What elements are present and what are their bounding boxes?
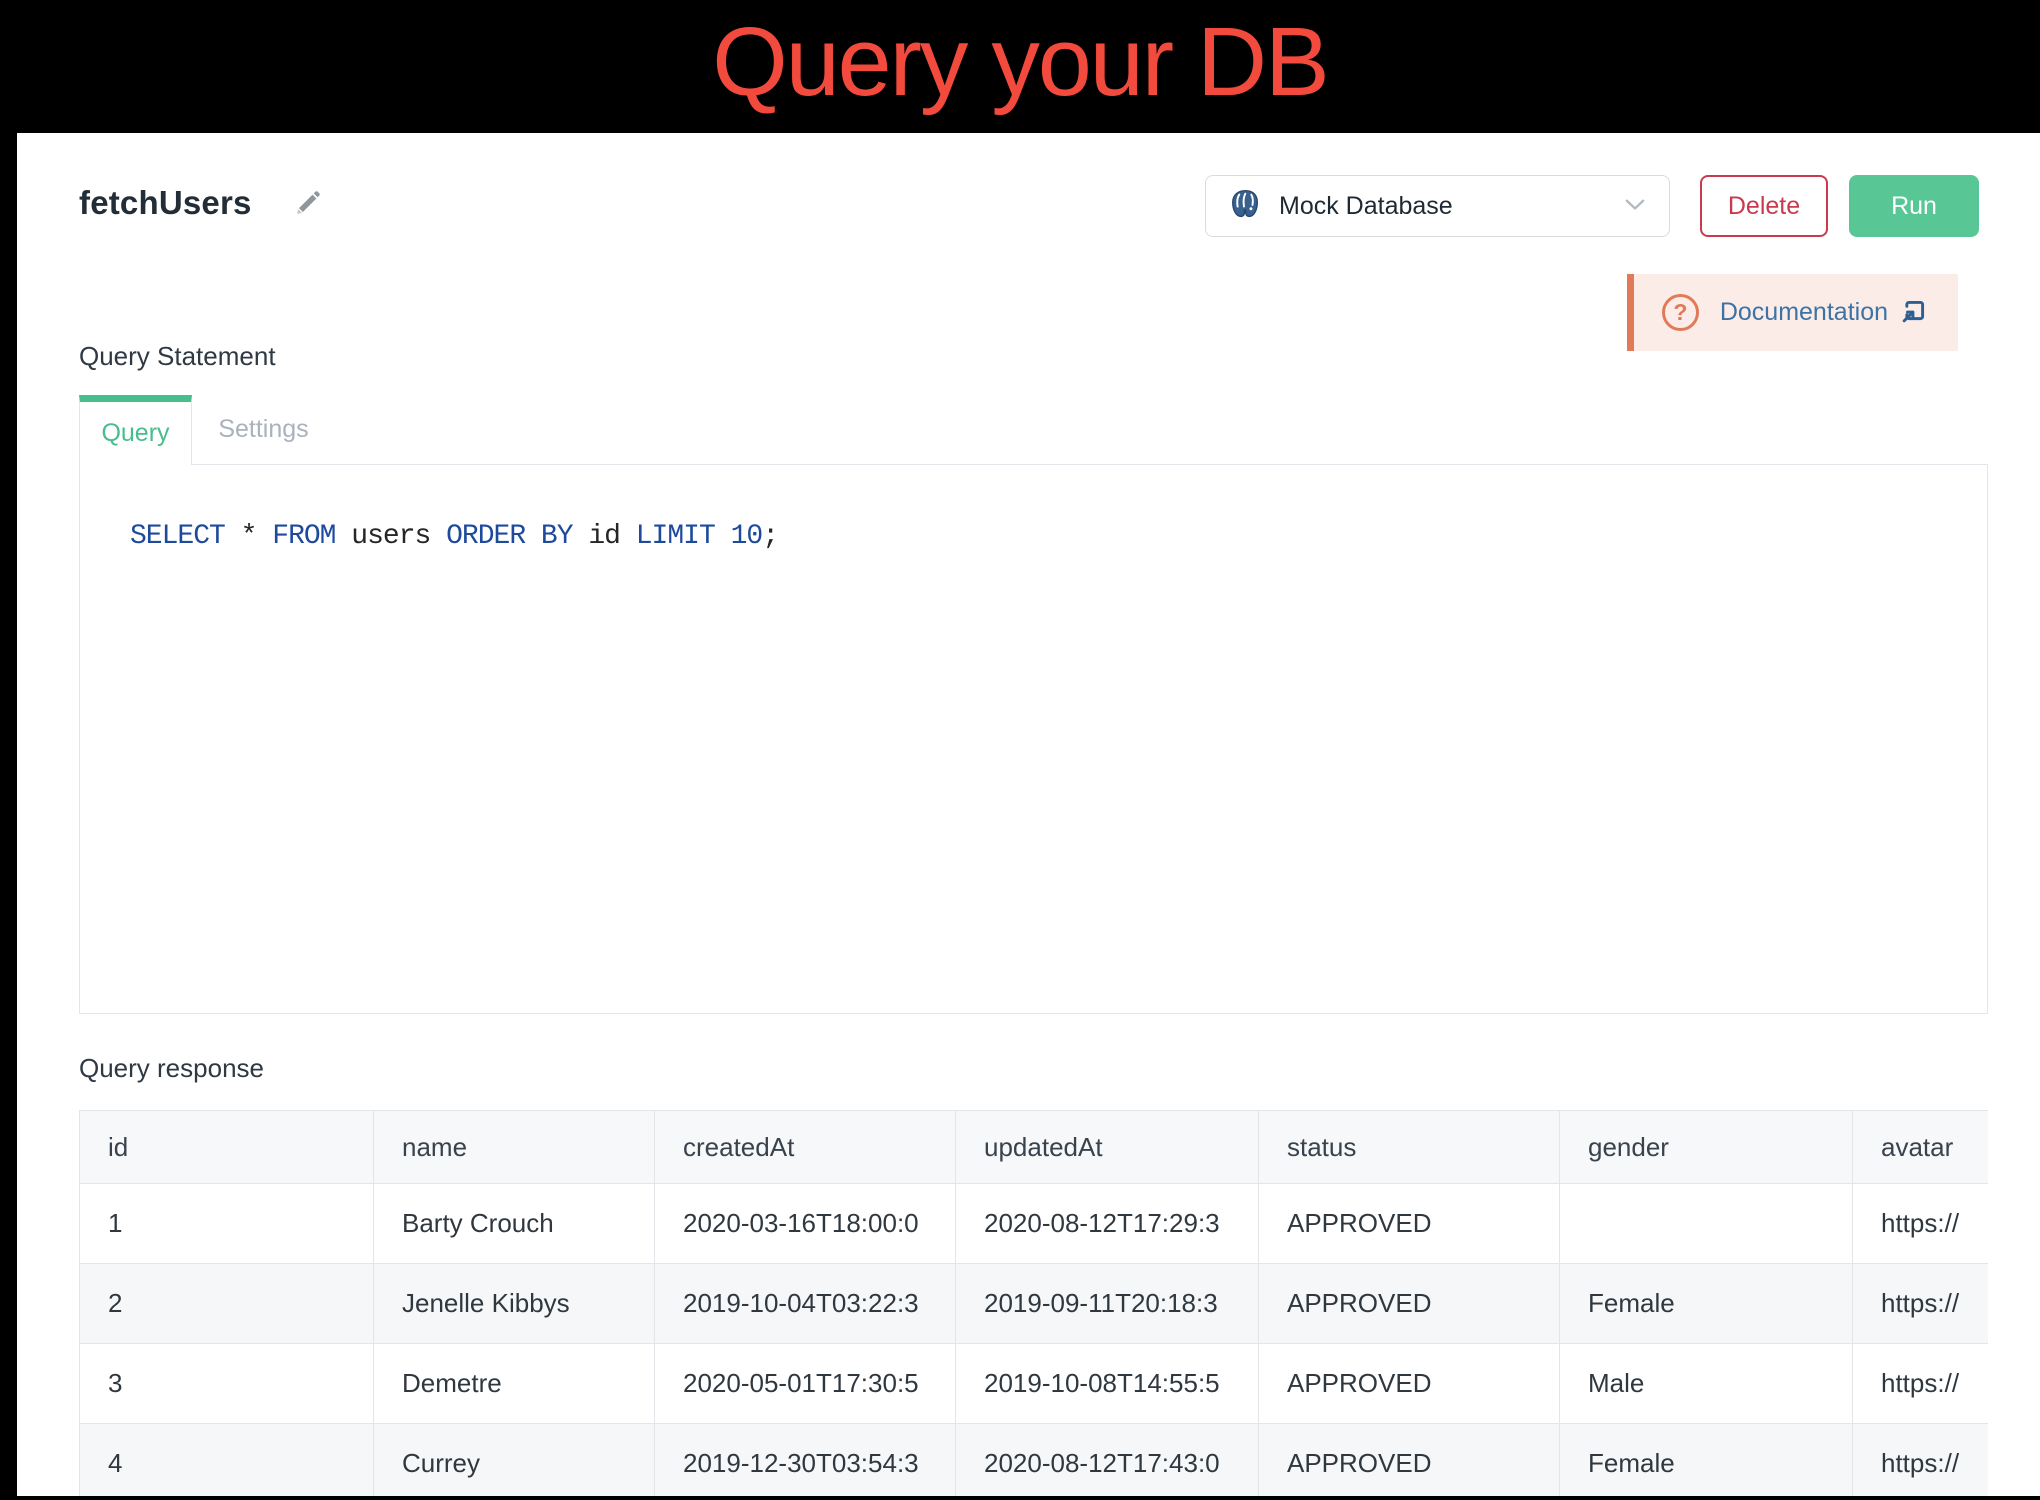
table-header-row: idnamecreatedAtupdatedAtstatusgenderavat… [80, 1111, 1989, 1184]
table-cell: 2019-10-04T03:22:3 [655, 1264, 956, 1344]
table-cell: 2020-08-12T17:43:0 [956, 1424, 1259, 1497]
table-cell: 2020-08-12T17:29:3 [956, 1184, 1259, 1264]
edit-name-button[interactable] [294, 189, 322, 217]
table-cell: 2019-10-08T14:55:5 [956, 1344, 1259, 1424]
table-cell: 3 [80, 1344, 374, 1424]
column-header-createdAt: createdAt [655, 1111, 956, 1184]
table-cell: https:// [1853, 1344, 1989, 1424]
sql-line: SELECT * FROM users ORDER BY id LIMIT 10… [130, 521, 1967, 553]
sql-token: users [335, 521, 446, 552]
postgresql-icon [1230, 188, 1261, 225]
table-cell: 2020-05-01T17:30:5 [655, 1344, 956, 1424]
run-button[interactable]: Run [1849, 175, 1979, 237]
datasource-select[interactable]: Mock Database [1205, 175, 1670, 237]
query-tabs: QuerySettings [79, 395, 1988, 464]
sql-token: LIMIT [636, 521, 715, 552]
table-cell: Jenelle Kibbys [374, 1264, 655, 1344]
sql-token [256, 521, 272, 552]
table-row: 4Currey2019-12-30T03:54:32020-08-12T17:4… [80, 1424, 1989, 1497]
column-header-status: status [1259, 1111, 1560, 1184]
table-cell [1560, 1184, 1853, 1264]
chevron-down-icon [1621, 190, 1649, 223]
table-cell: Male [1560, 1344, 1853, 1424]
delete-button[interactable]: Delete [1700, 175, 1828, 237]
table-cell: 2019-12-30T03:54:3 [655, 1424, 956, 1497]
tab-settings[interactable]: Settings [192, 395, 335, 464]
column-header-avatar: avatar [1853, 1111, 1989, 1184]
response-section-label: Query response [79, 1052, 1988, 1084]
table-cell: https:// [1853, 1424, 1989, 1497]
table-cell: APPROVED [1259, 1184, 1560, 1264]
doc-label: Documentation [1720, 298, 1888, 327]
column-header-updatedAt: updatedAt [956, 1111, 1259, 1184]
table-body: 1Barty Crouch2020-03-16T18:00:02020-08-1… [80, 1184, 1989, 1497]
table-row: 2Jenelle Kibbys2019-10-04T03:22:32019-09… [80, 1264, 1989, 1344]
sql-token: ; [762, 521, 778, 552]
tab-query[interactable]: Query [79, 395, 192, 465]
query-name: fetchUsers [79, 184, 252, 222]
table-cell: Demetre [374, 1344, 655, 1424]
sql-token: FROM [272, 521, 335, 552]
sql-token: ORDER BY [446, 521, 572, 552]
doc-inner: ? Documentation [1634, 274, 1958, 351]
table-cell: APPROVED [1259, 1424, 1560, 1497]
sql-token: SELECT [130, 521, 225, 552]
table-cell: APPROVED [1259, 1264, 1560, 1344]
table-cell: 2 [80, 1264, 374, 1344]
table-row: 1Barty Crouch2020-03-16T18:00:02020-08-1… [80, 1184, 1989, 1264]
table-cell: 2019-09-11T20:18:3 [956, 1264, 1259, 1344]
help-icon[interactable]: ? [1662, 294, 1699, 331]
table-cell: https:// [1853, 1184, 1989, 1264]
table-cell: Female [1560, 1424, 1853, 1497]
banner-title: Query your DB [0, 0, 2040, 124]
column-header-name: name [374, 1111, 655, 1184]
sql-token: 10 [731, 521, 763, 552]
sql-token [225, 521, 241, 552]
table-cell: Barty Crouch [374, 1184, 655, 1264]
pencil-icon [294, 205, 322, 220]
sql-token: * [241, 521, 257, 552]
column-header-gender: gender [1560, 1111, 1853, 1184]
query-actions: Mock Database Delete Run [1205, 175, 1979, 237]
page-banner: Query your DB [0, 0, 2040, 133]
sql-editor[interactable]: SELECT * FROM users ORDER BY id LIMIT 10… [79, 464, 1988, 1014]
table-cell: 2020-03-16T18:00:0 [655, 1184, 956, 1264]
table-cell: Female [1560, 1264, 1853, 1344]
doc-accent-bar [1627, 274, 1634, 351]
table-cell: APPROVED [1259, 1344, 1560, 1424]
datasource-label: Mock Database [1279, 192, 1621, 221]
response-table-container[interactable]: idnamecreatedAtupdatedAtstatusgenderavat… [79, 1110, 1988, 1496]
documentation-link[interactable]: ? Documentation [1627, 274, 1958, 351]
table-cell: Currey [374, 1424, 655, 1497]
table-cell: 4 [80, 1424, 374, 1497]
external-doc-icon [1901, 297, 1928, 329]
column-header-id: id [80, 1111, 374, 1184]
table-cell: https:// [1853, 1264, 1989, 1344]
app-window: fetchUsers Mock Data [17, 133, 2040, 1496]
sql-token [715, 521, 731, 552]
sql-token: id [573, 521, 636, 552]
table-row: 3Demetre2020-05-01T17:30:52019-10-08T14:… [80, 1344, 1989, 1424]
response-table: idnamecreatedAtupdatedAtstatusgenderavat… [79, 1110, 1988, 1496]
table-cell: 1 [80, 1184, 374, 1264]
